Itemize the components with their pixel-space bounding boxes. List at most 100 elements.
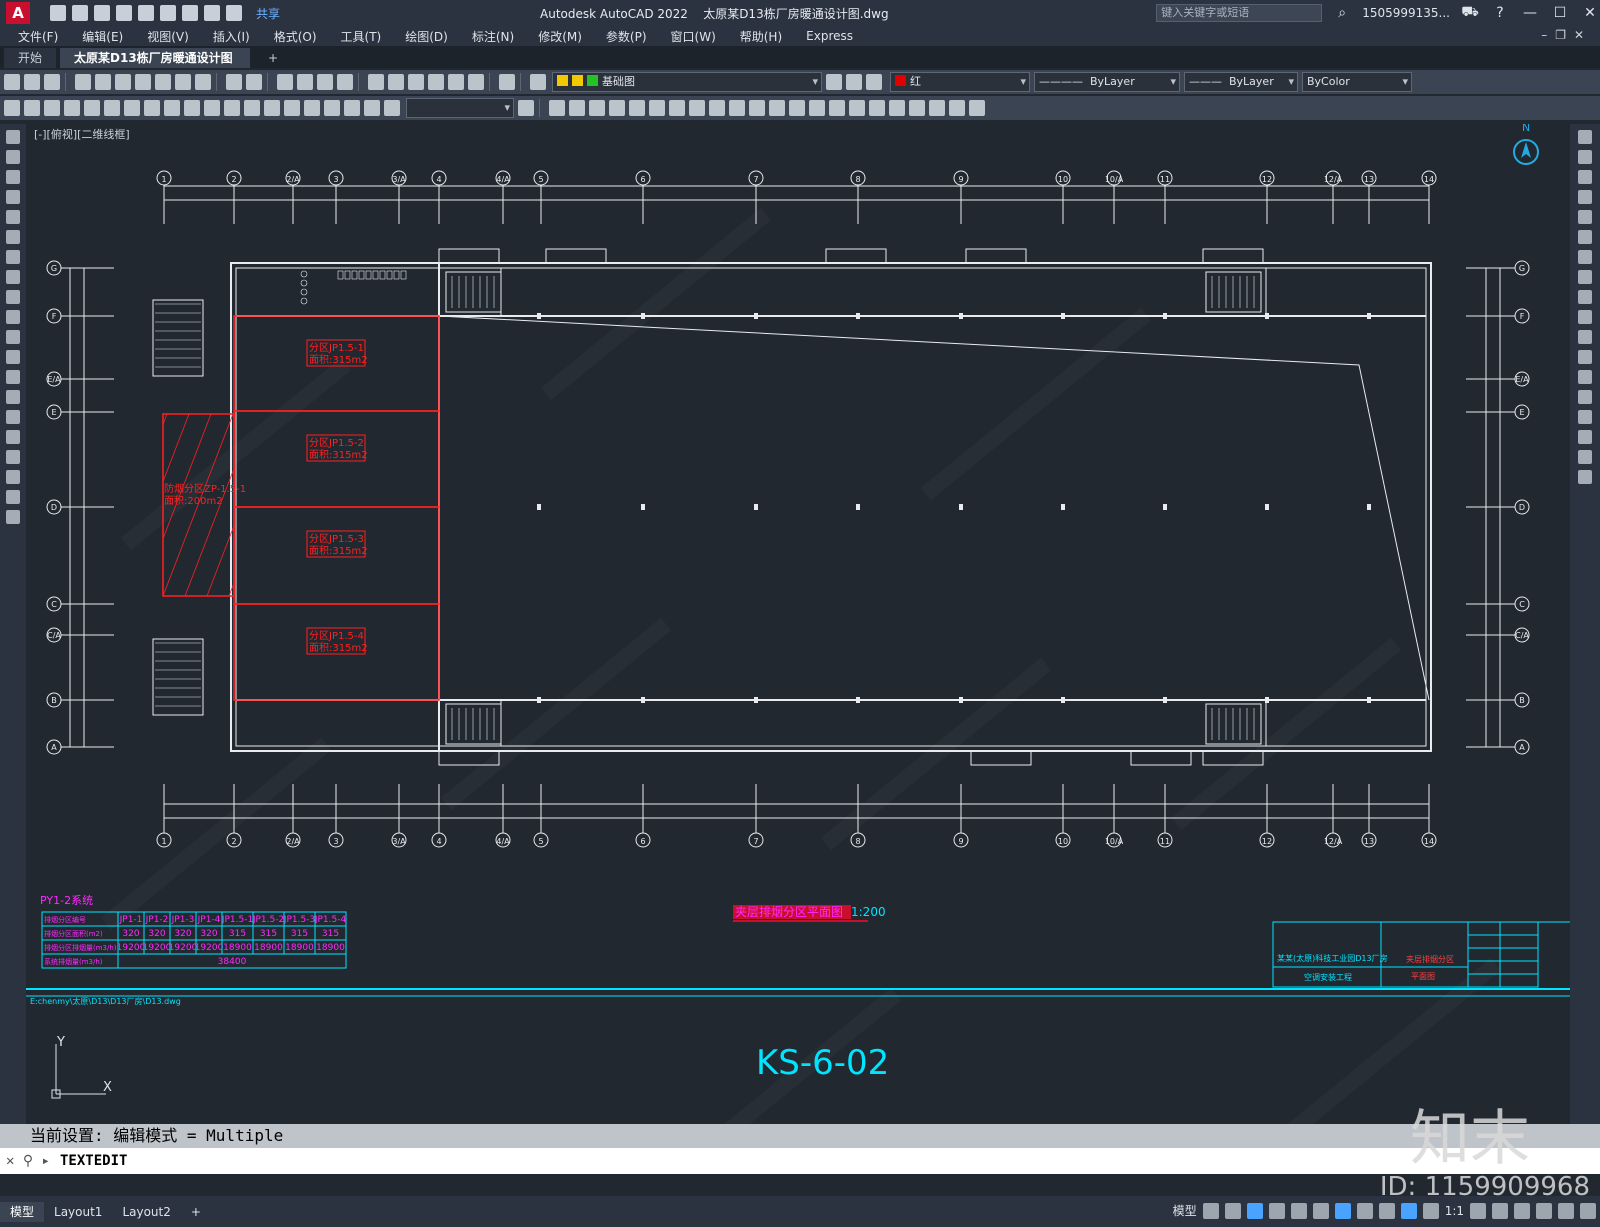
- redo-icon[interactable]: [246, 74, 262, 90]
- erase-icon[interactable]: [1578, 130, 1592, 144]
- menu-help[interactable]: 帮助(H): [740, 28, 782, 45]
- search-icon[interactable]: ⌕: [1332, 5, 1352, 21]
- zoom-previous-icon[interactable]: [337, 74, 353, 90]
- properties-icon[interactable]: [368, 74, 384, 90]
- user-account[interactable]: 1505999135...: [1362, 6, 1450, 20]
- command-input[interactable]: ✕ ⚲ ▸ TEXTEDIT: [0, 1148, 1600, 1174]
- tab-current-drawing[interactable]: 太原某D13栋厂房暖通设计图* ✕: [60, 48, 251, 85]
- dim-update-icon[interactable]: [384, 100, 400, 116]
- help-search-input[interactable]: 键入关键字或短语: [1156, 4, 1323, 22]
- open-file-icon[interactable]: [72, 5, 88, 21]
- make-current-layer-icon[interactable]: [826, 74, 842, 90]
- layout-tab-layout1[interactable]: Layout1: [44, 1202, 112, 1222]
- clean-screen-icon[interactable]: [1558, 1202, 1574, 1219]
- rectangle-icon[interactable]: [6, 210, 20, 224]
- quick-calc-icon[interactable]: [468, 74, 484, 90]
- help-icon[interactable]: [499, 74, 515, 90]
- dim-style-icon[interactable]: [518, 100, 534, 116]
- grid-icon[interactable]: [1202, 1202, 1219, 1219]
- redo-icon[interactable]: [226, 5, 242, 21]
- share-button[interactable]: 共享: [256, 5, 280, 22]
- save-icon[interactable]: [44, 74, 60, 90]
- layout-tab-model[interactable]: 模型: [0, 1201, 45, 1222]
- menu-view[interactable]: 视图(V): [147, 28, 189, 45]
- explode-icon[interactable]: [1578, 470, 1592, 484]
- stretch-icon[interactable]: [709, 100, 725, 116]
- mirror-icon[interactable]: [1578, 170, 1592, 184]
- construction-line-icon[interactable]: [6, 150, 20, 164]
- customize-menu-icon[interactable]: [1580, 1202, 1596, 1219]
- jogged-linear-icon[interactable]: [324, 100, 340, 116]
- hardware-acceleration-icon[interactable]: [1514, 1202, 1530, 1219]
- dim-edit-icon[interactable]: [344, 100, 360, 116]
- join-icon[interactable]: [789, 100, 805, 116]
- table-icon[interactable]: [6, 470, 20, 484]
- close-button[interactable]: ✕: [1580, 5, 1600, 21]
- fillet-icon[interactable]: [829, 100, 845, 116]
- make-block-icon[interactable]: [6, 370, 20, 384]
- save-as-icon[interactable]: [116, 5, 132, 21]
- erase-icon[interactable]: [549, 100, 565, 116]
- break-at-point-icon[interactable]: [1578, 350, 1592, 364]
- auto-scale-icon[interactable]: [1422, 1202, 1439, 1219]
- scale-icon[interactable]: [1578, 270, 1592, 284]
- tab-start[interactable]: 开始: [4, 48, 57, 68]
- layout-tab-layout2[interactable]: Layout2: [112, 1202, 180, 1222]
- fillet-icon[interactable]: [1578, 430, 1592, 444]
- color-dropdown[interactable]: 红: [890, 72, 1030, 92]
- spline-icon[interactable]: [6, 290, 20, 304]
- save-icon[interactable]: [94, 5, 110, 21]
- join-icon[interactable]: [1578, 390, 1592, 404]
- cut-icon[interactable]: [135, 74, 151, 90]
- zoom-window-icon[interactable]: [317, 74, 333, 90]
- line-icon[interactable]: [6, 130, 20, 144]
- menu-format[interactable]: 格式(O): [274, 28, 317, 45]
- new-file-icon[interactable]: [50, 5, 66, 21]
- layer-state-icon[interactable]: [866, 74, 882, 90]
- isolate-objects-icon[interactable]: [1536, 1202, 1552, 1219]
- object-snap-tracking-icon[interactable]: [1312, 1202, 1329, 1219]
- rotate-icon[interactable]: [1578, 250, 1592, 264]
- design-center-icon[interactable]: [388, 74, 404, 90]
- publish-icon[interactable]: [115, 74, 131, 90]
- sheet-number[interactable]: KS-6-02: [756, 1043, 889, 1083]
- trim-icon[interactable]: [729, 100, 745, 116]
- lineweight-dropdown[interactable]: ——— ByLayer: [1184, 72, 1298, 92]
- dim-break-icon[interactable]: [244, 100, 260, 116]
- quick-dim-icon[interactable]: [164, 100, 180, 116]
- cart-icon[interactable]: ⛟: [1460, 4, 1480, 22]
- object-snap-icon[interactable]: [1334, 1202, 1351, 1219]
- offset-icon[interactable]: [609, 100, 625, 116]
- dim-aligned-icon[interactable]: [24, 100, 40, 116]
- menu-insert[interactable]: 插入(I): [213, 28, 250, 45]
- dim-angular-icon[interactable]: [144, 100, 160, 116]
- offset-icon[interactable]: [1578, 190, 1592, 204]
- move-icon[interactable]: [1578, 230, 1592, 244]
- point-icon[interactable]: [6, 390, 20, 404]
- paste-icon[interactable]: [175, 74, 191, 90]
- copy-icon[interactable]: [1578, 150, 1592, 164]
- document-window-controls[interactable]: –❐✕: [1541, 28, 1592, 42]
- help-icon[interactable]: ?: [1490, 5, 1510, 21]
- layer-unlock-icon[interactable]: [949, 100, 965, 116]
- rotate-icon[interactable]: [669, 100, 685, 116]
- menu-express[interactable]: Express: [806, 29, 853, 43]
- new-tab-button[interactable]: +: [254, 48, 292, 68]
- menu-tools[interactable]: 工具(T): [341, 28, 382, 45]
- layer-properties-icon[interactable]: [530, 74, 546, 90]
- trim-icon[interactable]: [1578, 310, 1592, 324]
- layer-off-icon[interactable]: [889, 100, 905, 116]
- tolerance-icon[interactable]: [264, 100, 280, 116]
- dim-linear-icon[interactable]: [4, 100, 20, 116]
- explode-icon[interactable]: [849, 100, 865, 116]
- menu-edit[interactable]: 编辑(E): [82, 28, 123, 45]
- polar-icon[interactable]: [1268, 1202, 1285, 1219]
- dim-baseline-icon[interactable]: [184, 100, 200, 116]
- ortho-icon[interactable]: [1246, 1202, 1263, 1219]
- undo-icon[interactable]: [204, 5, 220, 21]
- insert-block-icon[interactable]: [6, 350, 20, 364]
- dim-jogged-icon[interactable]: [104, 100, 120, 116]
- plot-icon[interactable]: [75, 74, 91, 90]
- plan-title[interactable]: 夹层排烟分区平面图: [735, 905, 843, 919]
- menu-parametric[interactable]: 参数(P): [606, 28, 647, 45]
